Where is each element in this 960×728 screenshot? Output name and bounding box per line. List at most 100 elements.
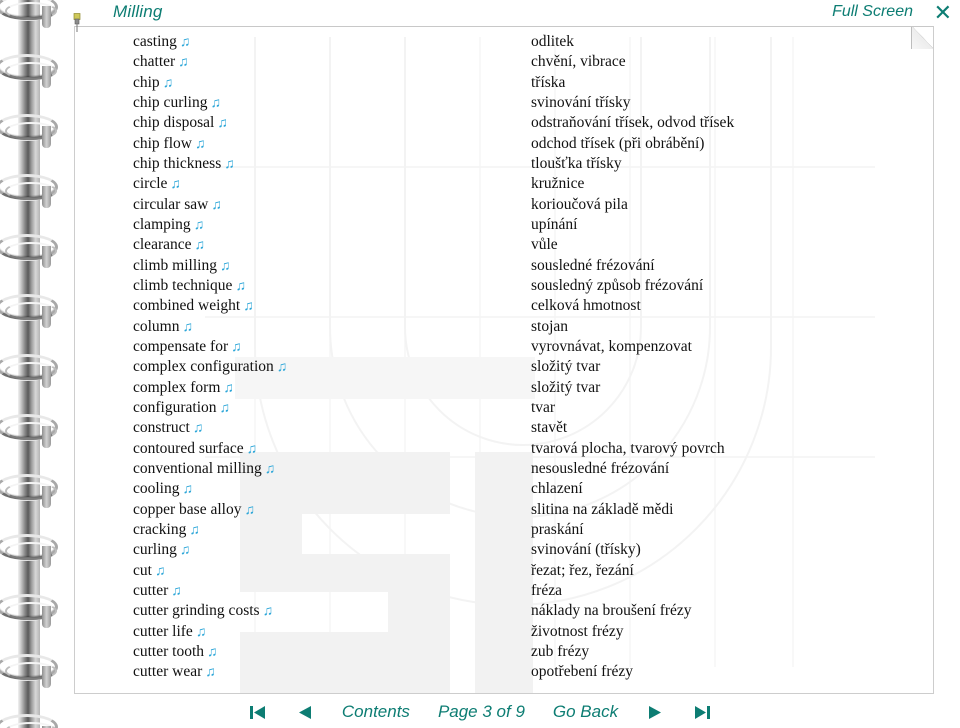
audio-note-icon[interactable]: ♫ [180, 482, 193, 497]
glossary-term-label: cutter tooth [133, 642, 205, 660]
glossary-row: complex form ♫ složitý tvar [75, 378, 933, 399]
glossary-row: complex configuration ♫ složitý tvar [75, 358, 933, 378]
glossary-term: climb milling ♫ [133, 257, 230, 275]
glossary-translation: náklady na broušení frézy [531, 602, 692, 620]
audio-note-icon[interactable]: ♫ [202, 665, 215, 680]
audio-note-icon[interactable]: ♫ [167, 177, 180, 192]
glossary-term-label: complex form [133, 378, 221, 396]
glossary-term: copper base alloy ♫ [133, 501, 255, 519]
footer-bar: Contents Page 3 of 9 Go Back [0, 696, 960, 728]
audio-note-icon[interactable]: ♫ [160, 76, 173, 91]
glossary-term: chip ♫ [133, 73, 173, 92]
full-screen-button[interactable]: Full Screen [832, 3, 913, 21]
spiral-ring-tail [42, 66, 51, 88]
glossary-row: chip ♫ tříska [75, 73, 933, 94]
glossary-term-label: cutter wear [133, 663, 203, 681]
glossary-translation: slitina na základě mědi [531, 500, 674, 518]
audio-note-icon[interactable]: ♫ [190, 421, 203, 436]
glossary-term-label: cutter life [133, 622, 193, 640]
audio-note-icon[interactable]: ♫ [192, 238, 205, 253]
glossary-term: cutter tooth ♫ [133, 643, 217, 661]
pin-icon [72, 13, 82, 33]
glossary-term: cutter grinding costs ♫ [133, 602, 273, 620]
audio-note-icon[interactable]: ♫ [168, 584, 181, 599]
audio-note-icon[interactable]: ♫ [228, 340, 241, 355]
glossary-term-label: circular saw [133, 195, 209, 213]
audio-note-icon[interactable]: ♫ [220, 381, 233, 396]
glossary-term-label: chip [133, 73, 160, 91]
glossary-term-label: chatter [133, 53, 176, 71]
glossary-translation: korioučová pila [531, 195, 628, 213]
glossary-term: circle ♫ [133, 175, 181, 193]
audio-note-icon[interactable]: ♫ [193, 625, 206, 640]
audio-note-icon[interactable]: ♫ [186, 523, 199, 538]
glossary-term: contoured surface ♫ [133, 440, 257, 458]
glossary-row: combined weight ♫ celková hmotnost [75, 297, 933, 317]
glossary-term: cut ♫ [133, 562, 165, 580]
glossary-term: conventional milling ♫ [133, 460, 275, 478]
audio-note-icon[interactable]: ♫ [208, 198, 221, 213]
glossary-term: cracking ♫ [133, 521, 200, 539]
glossary-term: complex form ♫ [133, 378, 234, 397]
audio-note-icon[interactable]: ♫ [180, 320, 193, 335]
audio-note-icon[interactable]: ♫ [152, 564, 165, 579]
glossary-row: configuration ♫ tvar [75, 398, 933, 419]
audio-note-icon[interactable]: ♫ [240, 299, 253, 314]
glossary-translation: odstraňování třísek, odvod třísek [531, 114, 735, 132]
glossary-term: chip disposal ♫ [133, 114, 228, 132]
glossary-row: cut ♫ řezat; řez, řezání [75, 562, 933, 582]
glossary-term-label: circle [133, 175, 168, 193]
glossary-row: copper base alloy ♫ slitina na základě měd… [75, 500, 933, 521]
spiral-ring-tail [42, 606, 51, 628]
audio-note-icon[interactable]: ♫ [232, 279, 245, 294]
glossary-translation: tvarová plocha, tvarový povrch [531, 439, 725, 457]
glossary-row: chip flow ♫ odchod třísek (při obrábění) [75, 135, 933, 155]
previous-page-icon[interactable] [282, 705, 328, 720]
glossary-row: cutter ♫ fréza [75, 581, 933, 602]
audio-note-icon[interactable]: ♫ [214, 116, 227, 131]
audio-note-icon[interactable]: ♫ [217, 259, 230, 274]
glossary-term: combined weight ♫ [133, 297, 254, 315]
audio-note-icon[interactable]: ♫ [177, 35, 190, 50]
audio-note-icon[interactable]: ♫ [207, 96, 220, 111]
glossary-row: contoured surface ♫ tvarová plocha, tvarov… [75, 439, 933, 460]
glossary-term: clearance ♫ [133, 236, 205, 254]
audio-note-icon[interactable]: ♫ [244, 442, 257, 457]
glossary-term: cutter life ♫ [133, 622, 206, 641]
glossary-term: clamping ♫ [133, 216, 204, 234]
audio-note-icon[interactable]: ♫ [204, 645, 217, 660]
glossary-term-label: configuration [133, 398, 217, 416]
glossary-translation: sousledný způsob frézování [531, 276, 704, 294]
glossary-row: cutter tooth ♫ zub frézy [75, 642, 933, 663]
audio-note-icon[interactable]: ♫ [260, 604, 273, 619]
next-page-icon[interactable] [632, 705, 678, 720]
glossary-term: chip flow ♫ [133, 135, 205, 153]
glossary-term: compensate for ♫ [133, 338, 242, 356]
audio-note-icon[interactable]: ♫ [241, 503, 254, 518]
close-icon[interactable]: ✕ [934, 0, 952, 26]
glossary-term-label: curling [133, 541, 177, 559]
glossary-row: cutter grinding costs ♫ náklady na broušen… [75, 602, 933, 622]
glossary-term-label: chip curling [133, 93, 208, 111]
last-page-icon[interactable] [678, 705, 726, 720]
audio-note-icon[interactable]: ♫ [191, 218, 204, 233]
audio-note-icon[interactable]: ♫ [177, 543, 190, 558]
audio-note-icon[interactable]: ♫ [192, 137, 205, 152]
audio-note-icon[interactable]: ♫ [262, 462, 275, 477]
first-page-icon[interactable] [234, 705, 282, 720]
spiral-ring-tail [42, 366, 51, 388]
contents-button[interactable]: Contents [328, 702, 424, 722]
go-back-button[interactable]: Go Back [539, 702, 632, 722]
glossary-term-label: combined weight [133, 297, 241, 315]
glossary-translation: fréza [531, 581, 562, 599]
glossary-row: cooling ♫ chlazení [75, 480, 933, 500]
audio-note-icon[interactable]: ♫ [175, 55, 188, 70]
audio-note-icon[interactable]: ♫ [221, 157, 234, 172]
glossary-translation: vůle [531, 236, 558, 254]
glossary-translation: tloušťka třísky [531, 154, 622, 172]
glossary-translation: zub frézy [531, 642, 590, 660]
audio-note-icon[interactable]: ♫ [274, 360, 287, 375]
glossary-translation: praskání [531, 520, 584, 538]
audio-note-icon[interactable]: ♫ [217, 401, 230, 416]
glossary-term: construct ♫ [133, 419, 203, 437]
